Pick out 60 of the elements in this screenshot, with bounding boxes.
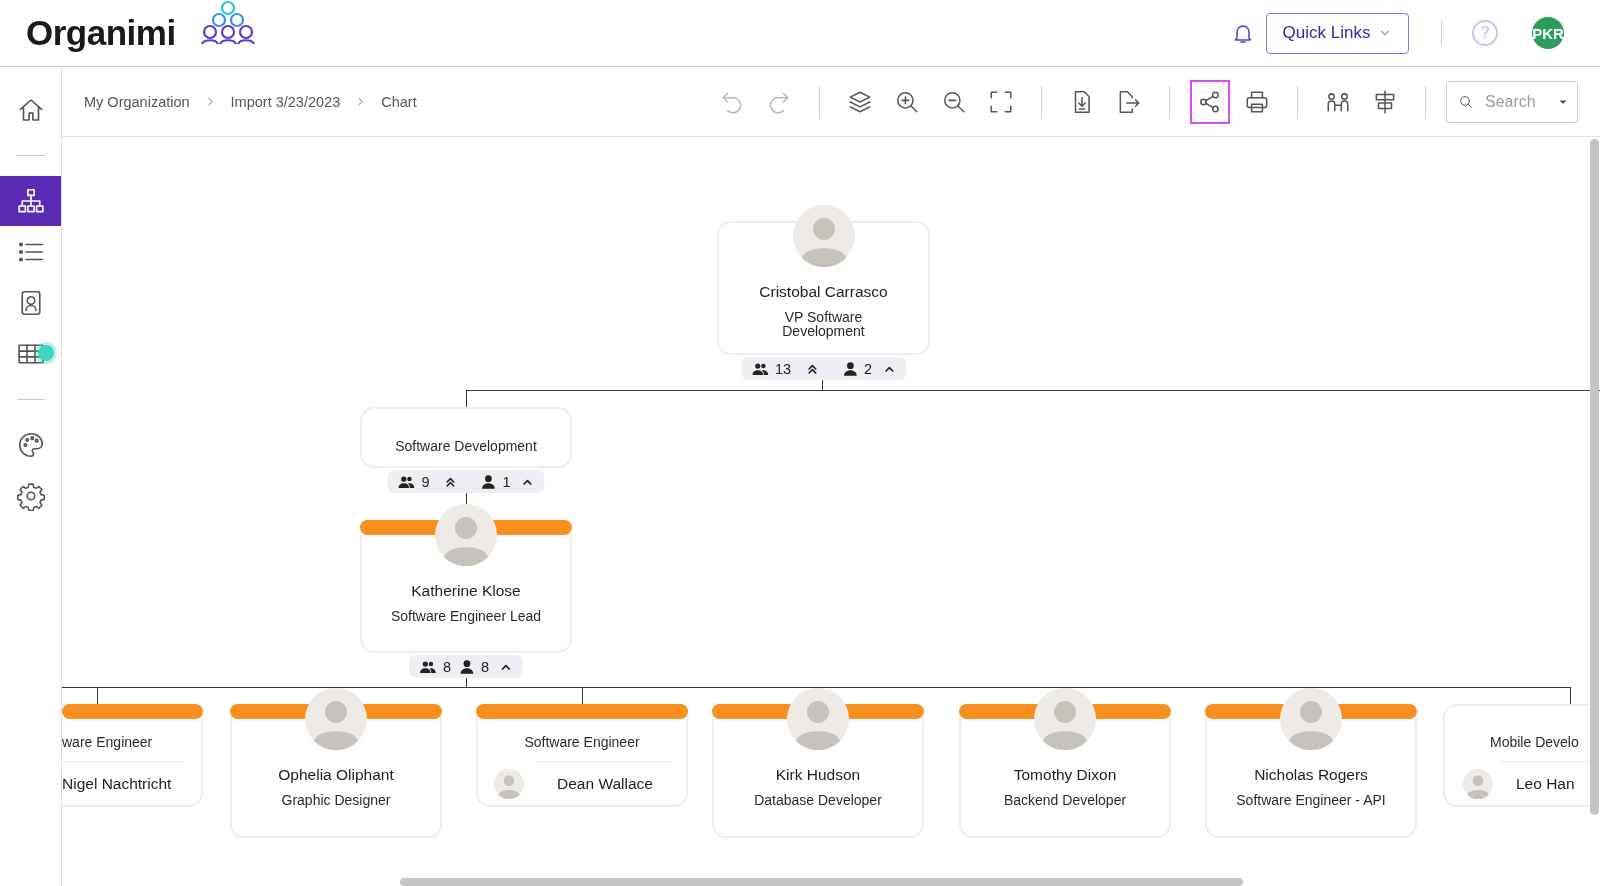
avatar-placeholder — [494, 769, 524, 799]
department-card[interactable]: Software Development — [360, 407, 572, 468]
vertical-scrollbar[interactable] — [1590, 139, 1599, 815]
fit-screen-icon — [988, 88, 1014, 115]
breadcrumb-link[interactable]: Import 3/23/2023 — [230, 93, 341, 110]
person-icon — [458, 657, 476, 676]
person-card[interactable]: Ophelia Oliphant Graphic Designer — [230, 704, 442, 838]
logo-text: Organimi — [26, 13, 176, 53]
job-title: Database Developer — [754, 793, 882, 807]
person-name: Leo Han — [1516, 774, 1575, 794]
team-count: 13 — [774, 360, 792, 377]
avatar-placeholder — [1463, 769, 1493, 799]
avatar-placeholder — [1280, 688, 1342, 750]
team-count: 8 — [442, 658, 451, 675]
person-name: Kirk Hudson — [775, 765, 861, 785]
avatar-placeholder — [435, 504, 497, 566]
person-name: Cristobal Carrasco — [759, 282, 888, 302]
search-icon — [1458, 93, 1474, 110]
breadcrumb-link[interactable]: My Organization — [84, 93, 190, 110]
person-name: Ophelia Oliphant — [278, 765, 394, 785]
quick-links-button[interactable]: Quick Links — [1266, 12, 1409, 54]
org-chart-nav-item[interactable] — [0, 176, 61, 226]
person-icon — [479, 472, 498, 491]
direct-count: 1 — [502, 473, 511, 490]
person-name: Katherine Klose — [411, 581, 521, 601]
job-title: Software Engineer Lead — [390, 609, 542, 623]
person-name: Dean Wallace — [556, 774, 654, 794]
settings-icon — [15, 481, 46, 511]
person-card[interactable]: Tomothy Dixon Backend Developer — [959, 704, 1171, 838]
position-card[interactable]: Mobile Develo Leo Han — [1443, 704, 1593, 807]
breadcrumb-link[interactable]: Chart — [381, 93, 417, 110]
department-name: Software Development — [395, 437, 537, 456]
job-title: Backend Developer — [1003, 793, 1127, 807]
job-title: Graphic Designer — [281, 793, 391, 807]
person-name: Nicholas Rogers — [1254, 765, 1368, 785]
direct-count: 8 — [481, 658, 490, 675]
avatar-placeholder — [787, 688, 849, 750]
search-field[interactable]: Search — [1446, 80, 1578, 123]
position-card[interactable]: ware Engineer Nigel Nachtricht — [62, 704, 203, 807]
person-card[interactable]: Kirk Hudson Database Developer — [712, 704, 924, 838]
position-title: Software Engineer — [524, 733, 640, 752]
job-title: VP Software Development — [781, 310, 866, 338]
avatar-placeholder — [792, 205, 855, 267]
person-card[interactable]: Nicholas Rogers Software Engineer - API — [1205, 704, 1417, 838]
person-card[interactable]: Cristobal Carrasco VP Software Development — [717, 221, 930, 355]
horizontal-scrollbar[interactable] — [400, 878, 1243, 886]
job-title: Software Engineer - API — [1236, 793, 1386, 807]
position-title: ware Engineer — [62, 733, 153, 752]
share-button[interactable] — [1190, 79, 1230, 124]
person-name: Nigel Nachtricht — [62, 774, 172, 794]
person-name: Tomothy Dixon — [1013, 765, 1117, 785]
position-card[interactable]: Software Engineer Dean Wallace — [476, 704, 688, 807]
position-title: Mobile Develo — [1490, 733, 1579, 752]
print-icon — [1244, 88, 1270, 115]
avatar-placeholder — [1034, 688, 1096, 750]
direct-count: 2 — [864, 360, 873, 377]
person-card[interactable]: Katherine Klose Software Engineer Lead — [360, 520, 572, 653]
avatar-placeholder — [305, 688, 367, 750]
person-icon — [841, 359, 860, 378]
team-count: 9 — [421, 473, 430, 490]
